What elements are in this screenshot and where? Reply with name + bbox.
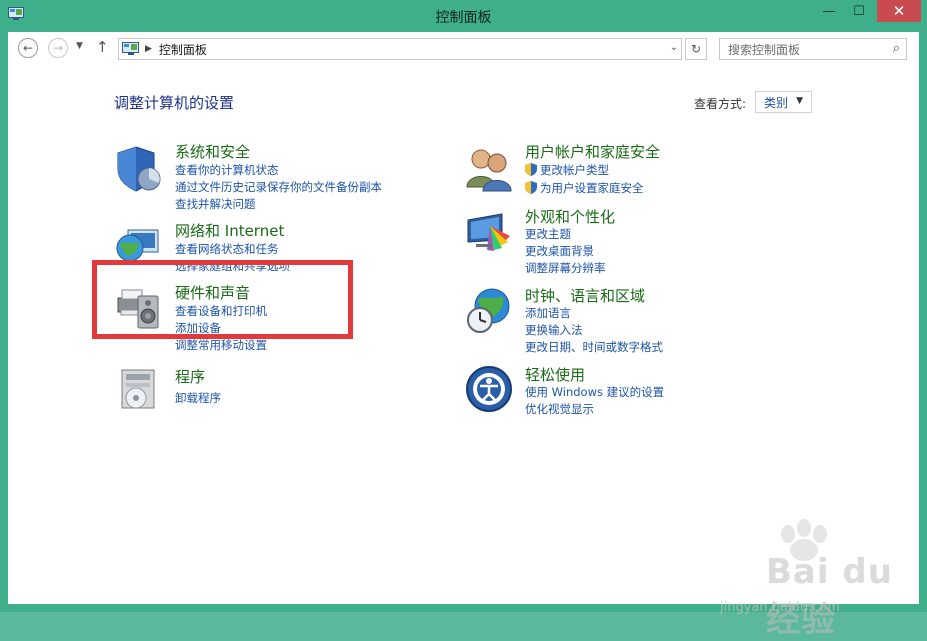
up-arrow-icon: ↑	[96, 38, 109, 56]
control-panel-window: 控制面板 — ☐ ✕ ← → ▼ ↑ ▶ 控制面板 ⌄ ↻ 搜索控制面板 ⌕ 调…	[0, 0, 927, 640]
globe-network-icon[interactable]	[114, 222, 164, 272]
search-input[interactable]	[720, 39, 890, 61]
category-title-appearance[interactable]: 外观和个性化	[525, 206, 615, 227]
minimize-icon: —	[822, 3, 836, 19]
minimize-button[interactable]: —	[815, 0, 843, 22]
link-change-theme[interactable]: 更改主题	[525, 226, 571, 242]
control-panel-location-icon	[122, 42, 139, 55]
link-change-input-method[interactable]: 更换输入法	[525, 322, 583, 338]
back-button[interactable]: ←	[18, 38, 38, 58]
link-file-history-backup[interactable]: 通过文件历史记录保存你的文件备份副本	[175, 179, 382, 195]
breadcrumb-control-panel[interactable]: 控制面板	[159, 41, 207, 58]
link-add-device[interactable]: 添加设备	[175, 320, 221, 336]
link-family-safety[interactable]: 为用户设置家庭安全	[525, 180, 644, 196]
close-button[interactable]: ✕	[877, 0, 921, 22]
title-bar[interactable]: 控制面板 — ☐ ✕	[0, 0, 927, 32]
category-title-network-internet[interactable]: 网络和 Internet	[175, 220, 284, 241]
watermark-text: Bai du 经验	[766, 552, 893, 640]
chevron-down-icon: ▼	[796, 96, 803, 106]
refresh-button[interactable]: ↻	[685, 38, 707, 60]
printer-speaker-icon[interactable]	[114, 282, 164, 332]
forward-arrow-icon: →	[52, 41, 64, 55]
link-screen-resolution[interactable]: 调整屏幕分辨率	[525, 260, 606, 276]
link-change-account-type[interactable]: 更改帐户类型	[525, 162, 609, 178]
close-icon: ✕	[892, 2, 906, 20]
breadcrumb-separator-icon[interactable]: ▶	[145, 44, 152, 54]
link-add-language[interactable]: 添加语言	[525, 305, 571, 321]
view-by-value: 类别	[764, 95, 789, 110]
view-by-label: 查看方式:	[694, 97, 747, 111]
up-button[interactable]: ↑	[96, 38, 109, 56]
window-title: 控制面板	[435, 10, 492, 26]
category-title-ease-of-access[interactable]: 轻松使用	[525, 364, 585, 385]
uac-shield-icon	[525, 163, 537, 176]
address-bar[interactable]: ▶ 控制面板 ⌄	[118, 38, 682, 60]
navigation-bar: ← → ▼ ↑ ▶ 控制面板 ⌄ ↻ ⌕	[8, 32, 919, 66]
category-title-system-security[interactable]: 系统和安全	[175, 141, 250, 162]
maximize-button[interactable]: ☐	[845, 0, 873, 22]
link-windows-suggested-settings[interactable]: 使用 Windows 建议的设置	[525, 384, 664, 400]
recent-locations-dropdown[interactable]: ▼	[76, 41, 83, 51]
link-family-safety-label[interactable]: 为用户设置家庭安全	[540, 181, 644, 195]
page-title: 调整计算机的设置	[114, 94, 235, 112]
chevron-down-icon: ▼	[76, 41, 83, 51]
category-title-hardware-sound[interactable]: 硬件和声音	[175, 282, 250, 303]
category-title-programs[interactable]: 程序	[175, 366, 205, 387]
link-uninstall-program[interactable]: 卸载程序	[175, 390, 221, 406]
content-area: ← → ▼ ↑ ▶ 控制面板 ⌄ ↻ ⌕ 调整计算机的设置	[8, 32, 919, 640]
users-icon[interactable]	[464, 143, 514, 193]
uac-shield-icon	[525, 181, 537, 194]
search-box: ⌕	[719, 38, 907, 61]
view-by-select[interactable]: 类别 ▼	[755, 91, 812, 113]
link-date-time-format[interactable]: 更改日期、时间或数字格式	[525, 339, 663, 355]
link-view-computer-status[interactable]: 查看你的计算机状态	[175, 162, 279, 178]
category-title-clock-language-region[interactable]: 时钟、语言和区域	[525, 285, 645, 306]
link-troubleshoot[interactable]: 查找并解决问题	[175, 196, 256, 212]
link-homegroup-sharing[interactable]: 选择家庭组和共享选项	[175, 258, 290, 274]
link-mobility-settings[interactable]: 调整常用移动设置	[175, 337, 267, 353]
watermark-url: jingyan.baidu.com	[720, 600, 840, 615]
link-change-account-type-label[interactable]: 更改帐户类型	[540, 163, 609, 177]
link-network-status[interactable]: 查看网络状态和任务	[175, 241, 279, 257]
ease-of-access-icon[interactable]	[464, 364, 514, 414]
globe-clock-icon[interactable]	[464, 286, 514, 336]
link-devices-printers[interactable]: 查看设备和打印机	[175, 303, 267, 319]
link-optimize-visual-display[interactable]: 优化视觉显示	[525, 401, 594, 417]
refresh-icon: ↻	[690, 42, 702, 56]
shield-pie-icon[interactable]	[114, 143, 164, 193]
back-arrow-icon: ←	[22, 41, 34, 55]
link-desktop-background[interactable]: 更改桌面背景	[525, 243, 594, 259]
maximize-icon: ☐	[853, 3, 865, 19]
address-dropdown-icon[interactable]: ⌄	[670, 42, 678, 53]
program-disc-icon[interactable]	[114, 364, 164, 414]
search-icon[interactable]: ⌕	[893, 41, 900, 56]
monitor-colors-icon[interactable]	[464, 208, 514, 258]
forward-button[interactable]: →	[48, 38, 68, 58]
category-title-user-accounts[interactable]: 用户帐户和家庭安全	[525, 141, 660, 162]
